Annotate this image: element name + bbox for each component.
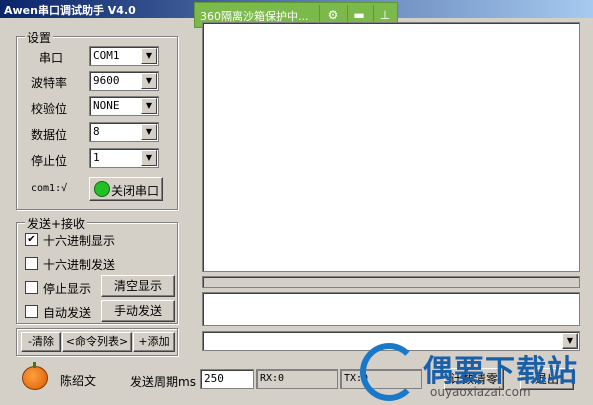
- pumpkin-icon: [22, 362, 48, 390]
- settings-group: 设置 串口 COM1 ▼ 波特率 9600 ▼ 校验位 NONE ▼ 数据位 8…: [16, 29, 178, 210]
- chevron-down-icon[interactable]: ▼: [141, 124, 157, 140]
- cmd-list-button[interactable]: <命令列表>: [62, 332, 132, 352]
- stop-display-checkbox[interactable]: [25, 281, 38, 294]
- sendrecv-group: 发送+接收 ✔ 十六进制显示 十六进制发送 停止显示 清空显示 自动发送 手动发…: [16, 215, 178, 324]
- parity-label: 校验位: [31, 102, 68, 116]
- watermark-url: ouyaoxiazai.com: [430, 385, 531, 399]
- send-period-value: 250: [204, 372, 224, 385]
- baud-label: 波特率: [31, 76, 68, 90]
- auto-send-label: 自动发送: [43, 306, 92, 320]
- parity-select-value: NONE: [93, 99, 120, 112]
- pin-icon[interactable]: ⊥: [377, 7, 393, 23]
- port-select-value: COM1: [93, 49, 120, 62]
- chevron-down-icon[interactable]: ▼: [141, 98, 157, 114]
- port-status-text: com1:√: [31, 183, 68, 194]
- chevron-down-icon[interactable]: ▼: [141, 73, 157, 89]
- receive-textarea[interactable]: [202, 22, 580, 272]
- horizontal-scrollbar[interactable]: [202, 276, 580, 288]
- hex-display-checkbox[interactable]: ✔: [25, 233, 38, 246]
- databits-label: 数据位: [31, 128, 68, 142]
- hex-send-checkbox[interactable]: [25, 257, 38, 270]
- rx-counter-text: RX:0: [260, 373, 285, 384]
- send-textarea[interactable]: [202, 292, 580, 326]
- send-period-label: 发送周期ms: [130, 375, 196, 389]
- parity-select[interactable]: NONE ▼: [89, 96, 159, 116]
- cmd-add-button[interactable]: +添加: [133, 332, 175, 352]
- stopbits-select[interactable]: 1 ▼: [89, 148, 159, 168]
- sandbox-manage-icon[interactable]: ⚙: [325, 7, 341, 23]
- hex-display-label: 十六进制显示: [43, 234, 116, 248]
- site-watermark: 偶要下载站 ouyaoxiazai.com: [360, 343, 593, 405]
- author-label: 陈绍文: [60, 374, 97, 388]
- manual-send-button[interactable]: 手动发送: [101, 300, 175, 322]
- chevron-down-icon[interactable]: ▼: [141, 150, 157, 166]
- sendrecv-group-title: 发送+接收: [25, 215, 88, 232]
- clear-display-button[interactable]: 清空显示: [101, 275, 175, 297]
- port-select[interactable]: COM1 ▼: [89, 46, 159, 66]
- watermark-title: 偶要下载站: [423, 354, 578, 389]
- toggle-port-label: 关闭串口: [111, 184, 160, 198]
- baud-select-value: 9600: [93, 74, 120, 87]
- folder-icon[interactable]: ▬: [351, 7, 367, 23]
- watermark-logo-icon: [360, 343, 418, 401]
- cmdlist-group: -清除 <命令列表> +添加: [16, 328, 178, 356]
- auto-send-checkbox[interactable]: [25, 305, 38, 318]
- rx-counter: RX:0: [256, 369, 338, 389]
- chevron-down-icon[interactable]: ▼: [141, 48, 157, 64]
- stopbits-select-value: 1: [93, 151, 100, 164]
- app-window: Awen串口调试助手 V4.0 360隔离沙箱保护中... ⚙ ▬ ⊥ 设置 串…: [0, 0, 593, 405]
- databits-select[interactable]: 8 ▼: [89, 122, 159, 142]
- send-period-input[interactable]: 250: [200, 369, 254, 389]
- databits-select-value: 8: [93, 125, 100, 138]
- stop-display-label: 停止显示: [43, 282, 92, 296]
- baud-select[interactable]: 9600 ▼: [89, 71, 159, 91]
- status-light-icon: [94, 181, 110, 197]
- cmd-clear-button[interactable]: -清除: [21, 332, 61, 352]
- hex-send-label: 十六进制发送: [43, 258, 116, 272]
- stopbits-label: 停止位: [31, 154, 68, 168]
- toggle-port-button[interactable]: 关闭串口: [89, 177, 163, 201]
- settings-group-title: 设置: [25, 29, 54, 46]
- port-label: 串口: [39, 51, 64, 65]
- window-title: Awen串口调试助手 V4.0: [4, 4, 136, 17]
